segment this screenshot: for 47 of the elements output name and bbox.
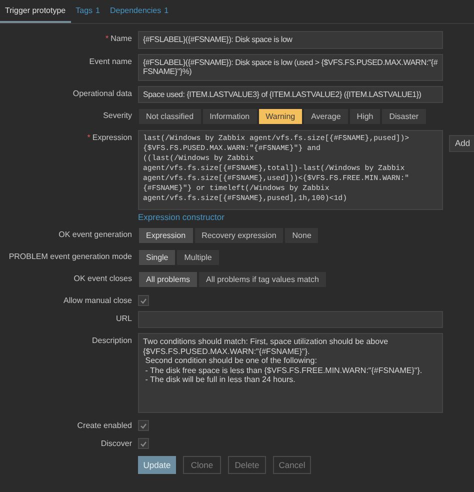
segment-option[interactable]: Average xyxy=(303,108,349,125)
field-label: URL xyxy=(116,314,132,324)
field-label: Create enabled xyxy=(77,421,132,431)
text-field[interactable]: Space used: {ITEM.LASTVALUE3} of {ITEM.LASTVALUE2} ({ITEM.LASTVALUE1}) xyxy=(138,86,443,103)
expression-constructor-link[interactable]: Expression constructor xyxy=(138,212,224,222)
segment-option[interactable]: Expression xyxy=(138,227,194,244)
segment-option[interactable]: High xyxy=(348,108,382,125)
field-label: Discover xyxy=(100,439,132,449)
form-button[interactable]: Clone xyxy=(183,456,221,474)
field-label: OK event closes xyxy=(74,274,132,284)
checkbox[interactable] xyxy=(138,438,149,449)
segment-option[interactable]: Warning xyxy=(258,108,304,125)
tab[interactable]: Trigger prototype xyxy=(0,1,71,23)
tab[interactable]: Dependencies 1 xyxy=(104,1,174,23)
text-field[interactable]: {#FSLABEL}({#FSNAME}): Disk space is low xyxy=(138,31,443,48)
checkmark-icon xyxy=(140,298,147,304)
text-field[interactable] xyxy=(138,311,443,328)
segment-option[interactable]: Disaster xyxy=(381,108,427,125)
field-label: Name xyxy=(110,34,132,44)
segment-option[interactable]: Information xyxy=(202,108,258,125)
form-button[interactable]: Delete xyxy=(228,456,266,474)
field-label: Event name xyxy=(89,56,132,66)
field-label: Allow manual close xyxy=(64,296,132,306)
field-label: Expression xyxy=(92,133,132,143)
checkbox[interactable] xyxy=(138,420,149,431)
required-asterisk: * xyxy=(87,133,90,143)
segment-option[interactable]: Not classified xyxy=(138,108,202,125)
segment-option[interactable]: All problems xyxy=(138,271,198,288)
segment-option[interactable]: Multiple xyxy=(176,249,220,266)
checkbox[interactable] xyxy=(138,295,149,306)
segment-option[interactable]: Single xyxy=(138,249,176,266)
text-field[interactable]: {#FSLABEL}({#FSNAME}): Disk space is low (used > {$VFS.FS.PUSED.MAX.WARN:"{#FSNAME}"}%) xyxy=(138,54,443,80)
field-label: PROBLEM event generation mode xyxy=(8,252,132,262)
checkmark-icon xyxy=(140,440,147,446)
form-button[interactable]: Cancel xyxy=(273,456,311,474)
segment-option[interactable]: Recovery expression xyxy=(194,227,284,244)
segment-option[interactable]: None xyxy=(284,227,320,244)
field-label: Operational data xyxy=(72,88,132,98)
description-field[interactable]: Two conditions should match: First, space utilization should be above {$VFS.FS.PUSED.MAX.WARN:"{#FSNAME}"}. Second condition should be one of the following: - The disk free space is less than {$VFS.FS.FREE.MIN.WARN:"{#FSNAME}"}. - The disk will be full in less than 24 hours. xyxy=(138,333,443,413)
add-button[interactable]: Add xyxy=(449,134,474,152)
field-label: OK event generation xyxy=(58,230,132,240)
field-label: Severity xyxy=(103,111,132,121)
segment-option[interactable]: All problems if tag values match xyxy=(198,271,327,288)
checkmark-icon xyxy=(140,422,147,428)
required-asterisk: * xyxy=(106,34,109,44)
field-label: Description xyxy=(92,336,132,346)
tab[interactable]: Tags 1 xyxy=(70,1,105,23)
